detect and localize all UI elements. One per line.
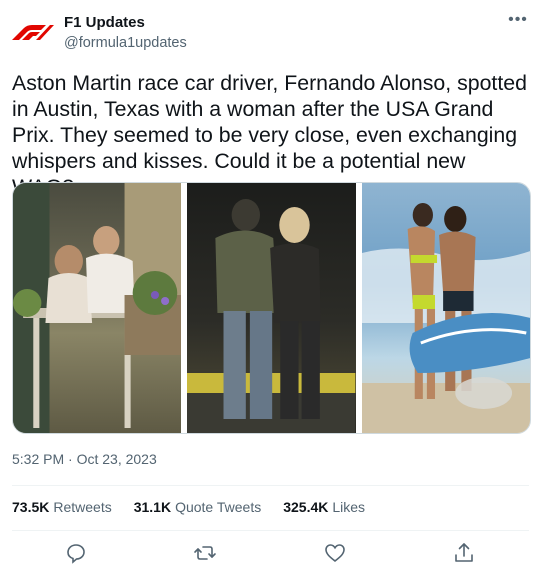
author-handle[interactable]: @formula1updates [64,35,187,51]
like-icon[interactable] [323,541,347,565]
likes-count: 325.4K [283,499,329,515]
retweets-count: 73.5K [12,499,50,515]
photo-beach[interactable] [361,183,530,433]
photo-night-walk[interactable] [187,183,356,433]
media-gallery [12,182,531,434]
photo-restaurant[interactable] [13,183,182,433]
likes-stat[interactable]: 325.4K Likes [283,499,365,515]
tweet-text: Aston Martin race car driver, Fernando A… [12,71,527,199]
quotes-count: 31.1K [133,499,172,515]
f1-logo-icon[interactable] [10,14,54,52]
tweet-card: F1 Updates @formula1updates ••• Aston Ma… [0,0,540,586]
reply-icon[interactable] [64,541,88,565]
divider [12,530,529,531]
quotes-label: Quote Tweets [175,499,262,515]
retweets-stat[interactable]: 73.5K Retweets [12,499,112,515]
tweet-timestamp[interactable]: 5:32 PM · Oct 23, 2023 [12,451,157,467]
likes-label: Likes [332,499,366,515]
retweet-icon[interactable] [193,541,217,565]
author-name[interactable]: F1 Updates [64,14,145,31]
share-icon[interactable] [452,541,476,565]
divider [12,485,529,486]
engagement-stats: 73.5K Retweets 31.1K Quote Tweets 325.4K Li… [12,499,365,515]
more-options-icon[interactable]: ••• [506,10,530,30]
retweets-label: Retweets [53,499,112,515]
quote-tweets-stat[interactable]: 31.1K Quote Tweets [134,499,262,515]
